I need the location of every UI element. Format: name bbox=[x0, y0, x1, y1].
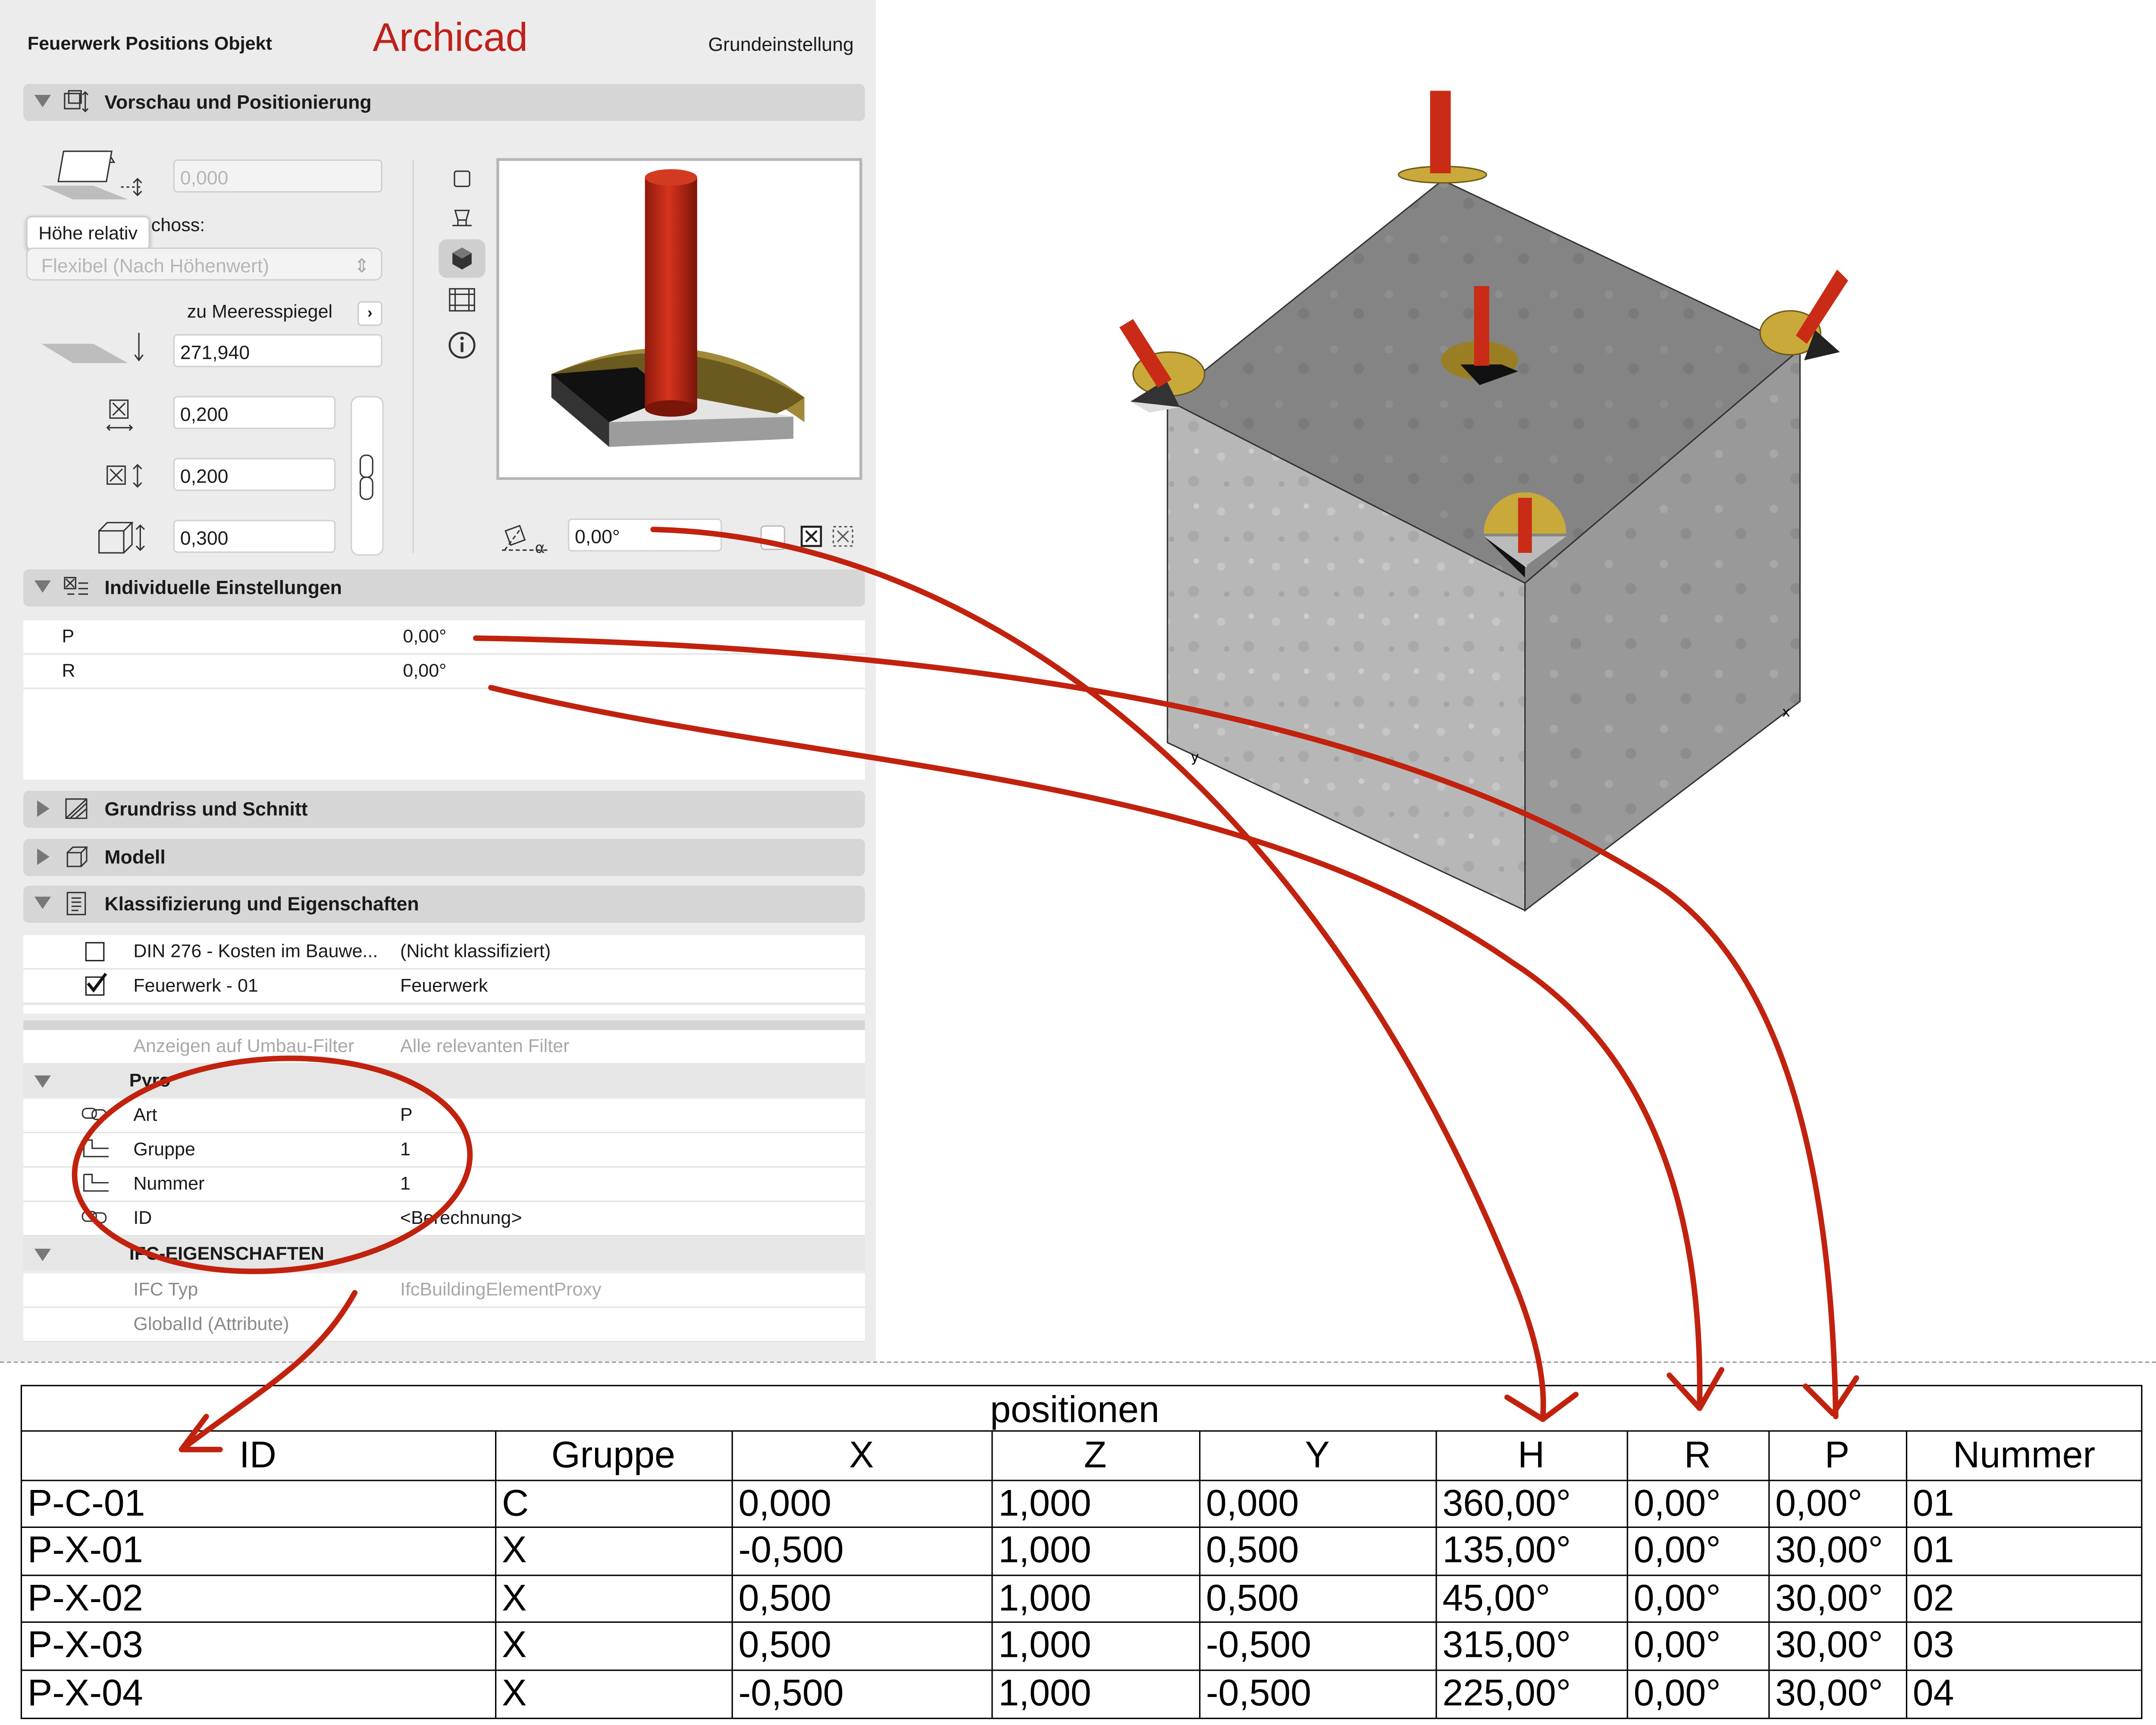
annotation-overlay bbox=[72, 527, 1859, 1452]
arrow-angle-to-h bbox=[650, 527, 1546, 1420]
arrowhead-icon bbox=[1802, 1375, 1859, 1417]
arrowhead-icon bbox=[1667, 1367, 1725, 1411]
highlight-circle bbox=[72, 1055, 473, 1274]
arrow-p-to-p bbox=[473, 635, 1839, 1420]
arrow-pyro-to-id bbox=[179, 1290, 358, 1452]
